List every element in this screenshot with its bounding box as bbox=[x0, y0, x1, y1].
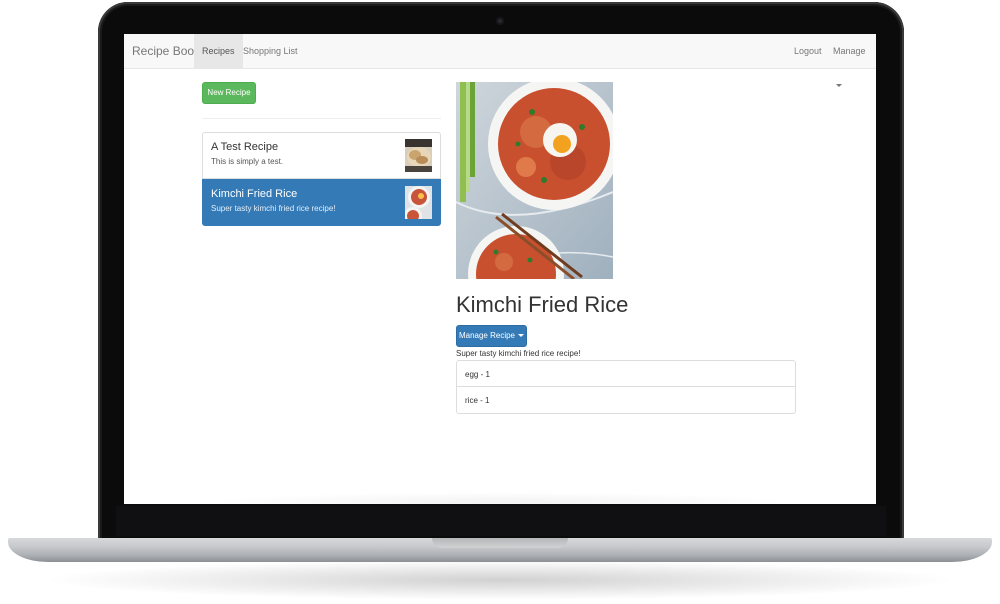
recipe-description: Super tasty kimchi fried rice recipe! bbox=[211, 204, 336, 213]
recipe-detail-description: Super tasty kimchi fried rice recipe! bbox=[456, 349, 581, 358]
laptop-shadow bbox=[40, 560, 960, 600]
recipe-list-item[interactable]: A Test Recipe This is simply a test. bbox=[202, 132, 441, 179]
divider bbox=[202, 118, 441, 119]
navbar: Recipe Book Recipes Shopping List Logout… bbox=[124, 34, 876, 88]
browser-viewport: Recipe Book Recipes Shopping List Logout… bbox=[124, 34, 876, 504]
webcam bbox=[496, 17, 504, 25]
recipe-thumbnail bbox=[405, 186, 432, 219]
recipe-title: A Test Recipe bbox=[211, 141, 279, 153]
ingredient-item: egg - 1 bbox=[456, 360, 796, 387]
tab-shopping-list[interactable]: Shopping List bbox=[235, 34, 306, 68]
recipe-thumbnail bbox=[405, 139, 432, 172]
laptop-bezel-chin bbox=[116, 506, 886, 536]
recipe-title: Kimchi Fried Rice bbox=[211, 188, 298, 200]
laptop-base-notch bbox=[432, 538, 568, 548]
logout-link[interactable]: Logout bbox=[786, 34, 830, 68]
brand-link[interactable]: Recipe Book bbox=[132, 34, 200, 69]
manage-recipe-label: Manage Recipe bbox=[458, 331, 516, 340]
manage-recipe-button[interactable]: Manage Recipe bbox=[456, 325, 527, 347]
ingredient-item: rice - 1 bbox=[456, 387, 796, 414]
ingredient-list: egg - 1 rice - 1 bbox=[456, 360, 796, 414]
recipe-detail-title: Kimchi Fried Rice bbox=[456, 292, 629, 317]
screen-reflection bbox=[204, 492, 796, 504]
new-recipe-button[interactable]: New Recipe bbox=[202, 82, 256, 104]
caret-down-icon bbox=[836, 84, 842, 88]
manage-label: Manage bbox=[833, 46, 866, 56]
caret-down-icon bbox=[518, 334, 525, 338]
manage-dropdown[interactable]: Manage bbox=[825, 34, 876, 88]
recipe-description: This is simply a test. bbox=[211, 157, 284, 166]
recipe-image bbox=[456, 82, 613, 279]
recipe-list-item-active[interactable]: Kimchi Fried Rice Super tasty kimchi fri… bbox=[202, 179, 441, 226]
